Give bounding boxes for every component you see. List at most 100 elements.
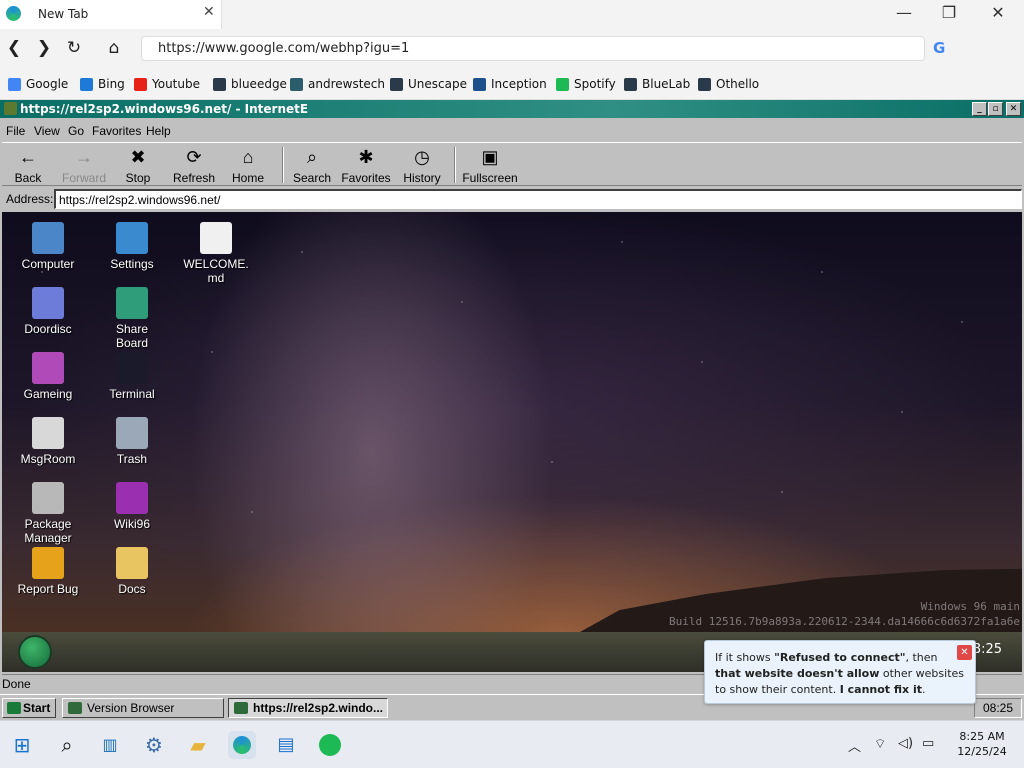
desktop-icon-share-board[interactable]: Share Board (92, 287, 172, 350)
ie-menu-bar: File View Go Favorites Help (0, 122, 1024, 140)
minimize-icon[interactable]: — (893, 3, 915, 22)
tab-close-icon[interactable]: ✕ (203, 4, 215, 20)
refresh-icon[interactable]: ↻ (64, 38, 84, 58)
win96-desktop[interactable]: Computer Settings WELCOME. md Doordisc Share… (2, 212, 1022, 632)
home-button[interactable]: ⌂ Home (222, 145, 274, 185)
search-icon[interactable]: ⌕ (53, 731, 81, 759)
menu-favorites[interactable]: Favorites (92, 124, 141, 138)
windows-start-icon[interactable]: ⊞ (8, 731, 36, 759)
battery-icon[interactable]: ▭ (922, 736, 934, 751)
ie-title-bar[interactable]: https://rel2sp2.windows96.net/ - Interne… (0, 100, 1024, 118)
ie-close-icon[interactable]: ✕ (1006, 102, 1021, 116)
desktop-icon-trash[interactable]: Trash (92, 417, 172, 466)
bookmark-spotify[interactable]: Spotify (556, 77, 616, 91)
bookmark-othello[interactable]: Othello (698, 77, 759, 91)
chevron-up-icon[interactable]: ︿ (848, 736, 861, 755)
close-icon[interactable]: ✕ (987, 3, 1009, 22)
address-label: Address: (6, 192, 54, 206)
desktop-icon-gameing[interactable]: Gameing (8, 352, 88, 401)
forward-icon[interactable]: ❯ (34, 38, 54, 58)
address-bar[interactable]: https://www.google.com/webhp?igu=1 (141, 36, 925, 61)
menu-view[interactable]: View (34, 124, 60, 138)
ie-maximize-icon[interactable]: ▫ (988, 102, 1003, 116)
win96-start-orb-icon[interactable] (18, 635, 52, 669)
app-icon (473, 77, 486, 91)
menu-go[interactable]: Go (68, 124, 84, 138)
start-button[interactable]: Start (2, 698, 56, 718)
ie-address-row: Address: https://rel2sp2.windows96.net/ (2, 188, 1022, 210)
build-line-1: Windows 96 main (920, 600, 1020, 613)
desktop-icon-computer[interactable]: Computer (8, 222, 88, 271)
wifi-icon[interactable]: ⌔ (874, 736, 886, 752)
start-icon (7, 702, 21, 714)
file-explorer-icon[interactable]: ▰ (184, 731, 212, 759)
bookmark-unescape[interactable]: Unescape (390, 77, 467, 91)
trash-icon (116, 417, 148, 449)
desktop-icon-doordisc[interactable]: Doordisc (8, 287, 88, 336)
ie-minimize-icon[interactable]: _ (972, 102, 987, 116)
bookmark-inception[interactable]: Inception (473, 77, 547, 91)
search-button[interactable]: ⌕ Search (286, 145, 338, 185)
favorites-icon: ✱ (358, 147, 374, 167)
task-view-icon[interactable]: ▥ (96, 731, 124, 759)
desktop-icon-settings[interactable]: Settings (92, 222, 172, 271)
back-icon[interactable]: ❮ (4, 38, 24, 58)
warning-icon (32, 547, 64, 579)
browser-tab[interactable]: New Tab ✕ (0, 0, 222, 29)
spotify-taskbar-icon[interactable] (316, 731, 344, 759)
screen: New Tab ✕ — ❐ ✕ ❮ ❯ ↻ ⌂ https://www.goog… (0, 0, 1024, 768)
ie-address-input[interactable]: https://rel2sp2.windows96.net/ (54, 189, 1022, 209)
refresh-button[interactable]: ⟳ Refresh (168, 145, 220, 185)
tab-title: New Tab (38, 7, 89, 21)
google-icon[interactable]: G (933, 39, 945, 57)
desktop-icon-report-bug[interactable]: Report Bug (8, 547, 88, 596)
desktop-icon-package-manager[interactable]: Package Manager (8, 482, 88, 545)
settings-gear-icon[interactable]: ⚙ (140, 731, 168, 759)
browser-nav-bar: ❮ ❯ ↻ ⌂ https://www.google.com/webhp?igu… (0, 30, 1024, 70)
ie-window: https://rel2sp2.windows96.net/ - Interne… (0, 100, 1024, 720)
home-icon[interactable]: ⌂ (104, 38, 124, 58)
fullscreen-icon: ▣ (481, 147, 499, 167)
restore-icon[interactable]: ❐ (938, 3, 960, 22)
desktop-icon-terminal[interactable]: Terminal (92, 352, 172, 401)
ie-window-icon (4, 102, 17, 115)
house-icon: ⌂ (242, 147, 254, 167)
fullscreen-button[interactable]: ▣ Fullscreen (460, 145, 520, 185)
menu-file[interactable]: File (6, 124, 25, 138)
browser-tab-bar: New Tab ✕ — ❐ ✕ (0, 0, 1024, 30)
bookmark-bluelab[interactable]: BlueLab (624, 77, 690, 91)
history-button[interactable]: ◷ History (396, 145, 448, 185)
stop-button[interactable]: ✖ Stop (112, 145, 164, 185)
favorites-button[interactable]: ✱ Favorites (340, 145, 392, 185)
ie-taskbar-icon (234, 702, 248, 714)
version-browser-icon (68, 702, 82, 714)
system-clock[interactable]: 8:25 AM 12/25/24 (950, 729, 1014, 759)
edge-taskbar-icon[interactable] (228, 731, 256, 759)
desktop-icon-docs[interactable]: Docs (92, 547, 172, 596)
desktop-icon-wiki96[interactable]: Wiki96 (92, 482, 172, 531)
taskbar-version-browser[interactable]: Version Browser (62, 698, 224, 718)
app-icon (624, 77, 637, 91)
store-icon[interactable]: ▤ (272, 731, 300, 759)
stop-icon: ✖ (130, 147, 146, 167)
bookmark-google[interactable]: Google (8, 77, 68, 91)
bookmark-bing[interactable]: Bing (80, 77, 125, 91)
bookmark-youtube[interactable]: Youtube (134, 77, 200, 91)
desktop-icon-welcome-md[interactable]: WELCOME. md (176, 222, 256, 285)
forward-button[interactable]: → Forward (58, 145, 110, 185)
menu-help[interactable]: Help (146, 124, 171, 138)
package-icon (32, 482, 64, 514)
discord-icon (32, 287, 64, 319)
bookmark-blueedge[interactable]: blueedge (213, 77, 287, 91)
back-arrow-icon: ← (19, 147, 37, 167)
book-icon (116, 482, 148, 514)
history-icon: ◷ (414, 147, 430, 167)
taskbar-ie-window[interactable]: https://rel2sp2.windo... (228, 698, 388, 718)
desktop-icon-msgroom[interactable]: MsgRoom (8, 417, 88, 466)
document-icon (200, 222, 232, 254)
bookmark-andrewstech[interactable]: andrewstech (290, 77, 385, 91)
toast-close-icon[interactable]: ✕ (957, 645, 972, 660)
ie-title: https://rel2sp2.windows96.net/ - Interne… (20, 102, 309, 116)
back-button[interactable]: ← Back (2, 145, 54, 185)
volume-icon[interactable]: ◁) (898, 736, 913, 751)
